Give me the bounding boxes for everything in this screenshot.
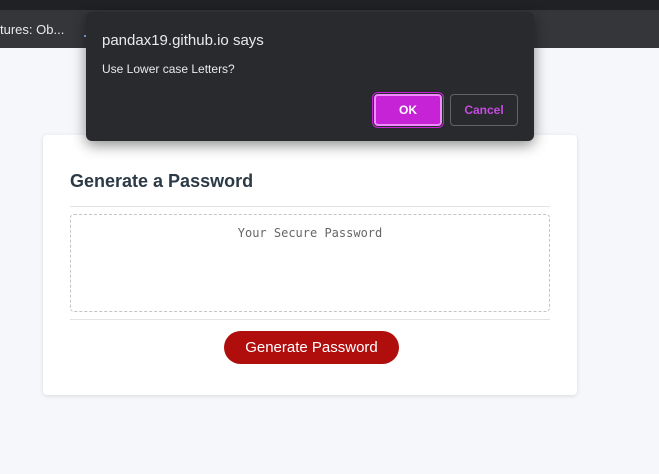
password-generator-card: Generate a Password Generate Password [43,135,577,395]
cancel-button[interactable]: Cancel [450,94,518,126]
dialog-title: pandax19.github.io says [102,32,264,49]
bookmark-label: tures: Ob... [0,21,65,37]
alert-dialog: pandax19.github.io says Use Lower case L… [86,12,534,141]
bookmark-item[interactable]: tures: Ob... [0,22,72,37]
password-output[interactable] [70,214,550,312]
ok-button[interactable]: OK [374,94,442,126]
browser-top-strip [0,0,659,10]
card-title: Generate a Password [70,171,254,191]
card-header-divider [70,206,550,207]
dialog-message: Use Lower case Letters? [102,62,235,76]
generate-password-button[interactable]: Generate Password [224,331,399,364]
card-footer-divider [70,319,550,320]
